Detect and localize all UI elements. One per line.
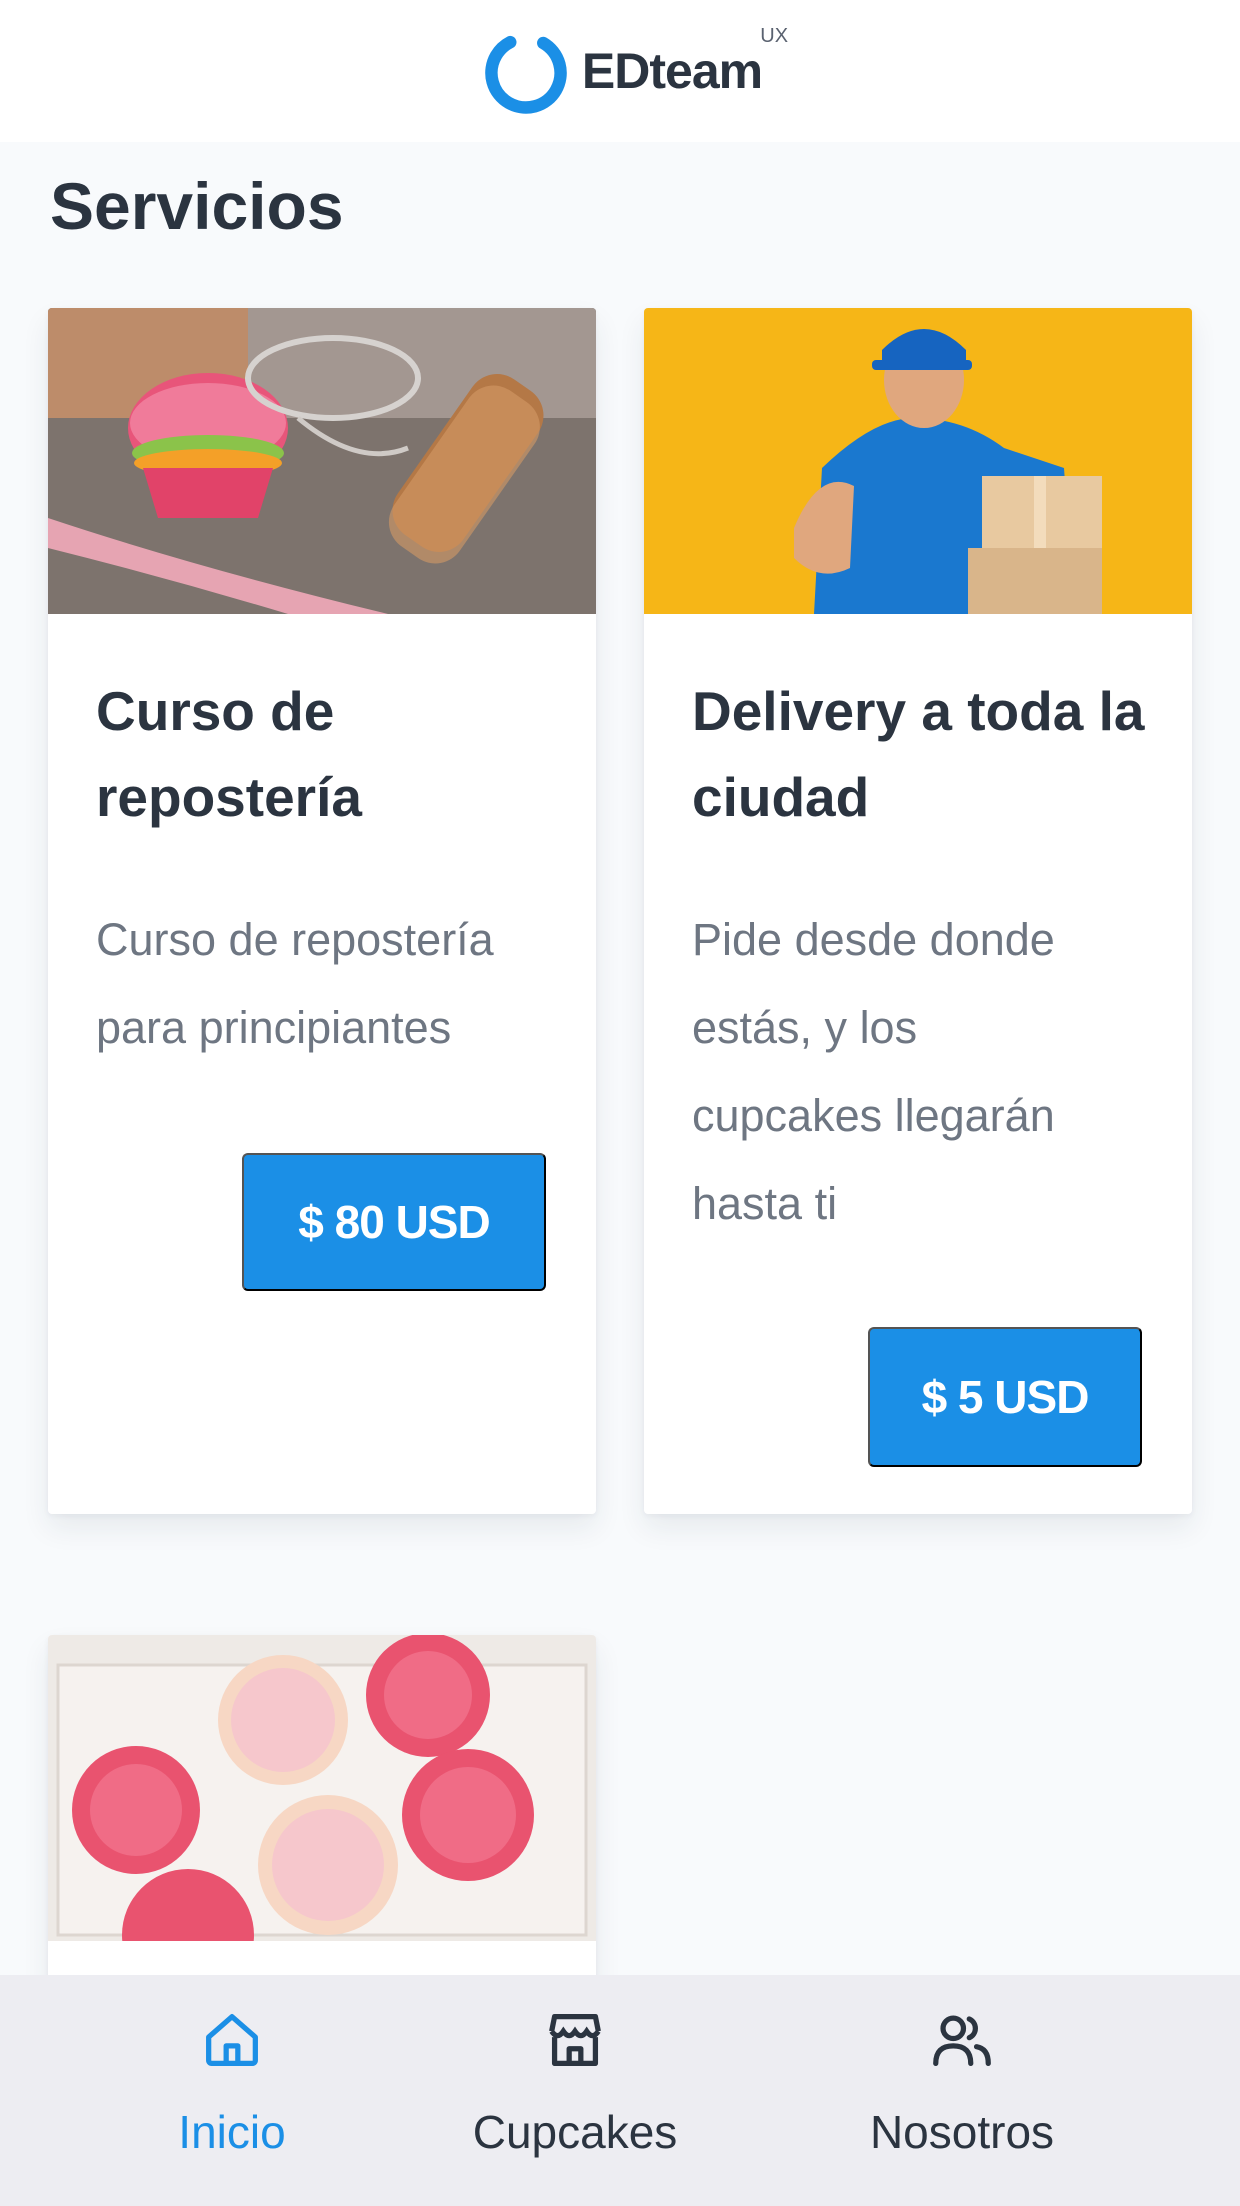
card-description: Curso de repostería para principiantes bbox=[96, 914, 494, 1053]
page: EDteam UX Servicios Curso de repostería … bbox=[0, 0, 1240, 2206]
nav-item-nosotros[interactable]: Nosotros bbox=[842, 1975, 1082, 2206]
nav-label: Inicio bbox=[178, 2106, 286, 2158]
home-icon bbox=[206, 2014, 258, 2066]
nav-item-cupcakes[interactable]: Cupcakes bbox=[455, 1975, 695, 2206]
pink-cupcakes-box-photo bbox=[48, 1635, 596, 1941]
logo-ring-icon bbox=[485, 32, 567, 114]
delivery-man-photo bbox=[644, 308, 1192, 614]
card-title: Delivery a toda la ciudad bbox=[692, 680, 1145, 828]
section-title: Servicios bbox=[50, 169, 344, 243]
baking-tools-photo bbox=[48, 308, 596, 614]
nav-label: Cupcakes bbox=[472, 2106, 678, 2158]
logo-sup: UX bbox=[760, 25, 789, 47]
service-card-baking[interactable]: Curso de repostería Curso de repostería … bbox=[48, 308, 596, 1514]
logo-text: EDteam bbox=[581, 43, 763, 99]
service-card-delivery[interactable]: Delivery a toda la ciudad Pide desde don… bbox=[644, 308, 1192, 1514]
app-header: EDteam UX bbox=[0, 0, 1240, 142]
card-title: Curso de repostería bbox=[96, 680, 362, 828]
price-button[interactable]: $ 5 USD bbox=[868, 1327, 1142, 1467]
bottom-nav: Inicio Cupcakes Nosotros bbox=[0, 1975, 1240, 2206]
store-icon bbox=[549, 2014, 601, 2066]
nav-label: Nosotros bbox=[869, 2106, 1055, 2158]
price-button[interactable]: $ 80 USD bbox=[242, 1153, 546, 1291]
logo[interactable]: EDteam UX bbox=[478, 23, 788, 119]
users-icon bbox=[933, 2015, 991, 2066]
nav-item-inicio[interactable]: Inicio bbox=[132, 1975, 332, 2206]
card-description: Pide desde donde estás, y los cupcakes l… bbox=[692, 914, 1055, 1229]
